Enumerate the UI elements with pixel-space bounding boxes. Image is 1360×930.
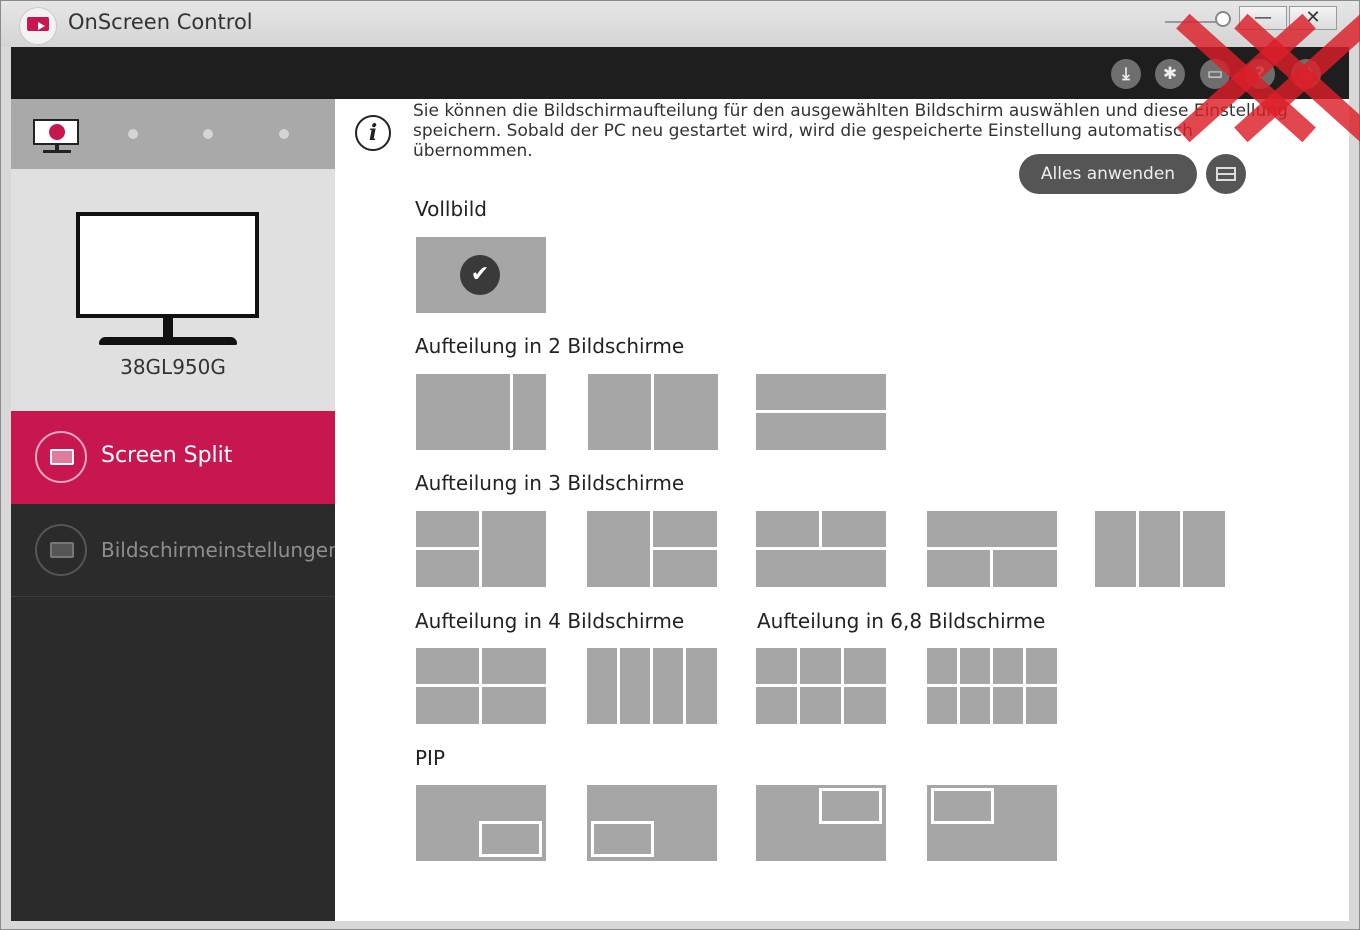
layout-split2-wide-narrow[interactable]	[416, 374, 546, 450]
section-title-split3: Aufteilung in 3 Bildschirme	[415, 471, 685, 495]
checkmark-icon: ✔	[460, 255, 500, 295]
monitor-selector	[11, 99, 335, 169]
layout-pip-bottom-left[interactable]	[587, 785, 717, 861]
section-title-pip: PIP	[415, 746, 446, 770]
layout-split3-left-stacked[interactable]	[416, 511, 546, 587]
monitor-model-label: 38GL950G	[120, 355, 226, 379]
layout-pip-top-right[interactable]	[756, 785, 886, 861]
monitor-thumbnail-icon[interactable]	[33, 119, 79, 145]
toolbar: ⤓ ✱ ▭ ? ⚙	[11, 47, 1349, 99]
section-title-fullscreen: Vollbild	[415, 197, 487, 221]
menu-item-label: Screen Split	[101, 443, 233, 468]
monitor-slot-dot[interactable]	[279, 129, 289, 139]
apply-all-button[interactable]: Alles anwenden	[1019, 154, 1197, 194]
layout-split8-grid[interactable]	[927, 648, 1057, 724]
app-logo-icon	[19, 7, 57, 45]
layout-fullscreen[interactable]: ✔	[416, 237, 546, 313]
title-bar[interactable]: OnScreen Control — ✕	[1, 1, 1359, 47]
layout-pip-top-left[interactable]	[927, 785, 1057, 861]
window-bottom-border	[11, 921, 1349, 929]
download-icon[interactable]: ⤓	[1111, 59, 1141, 89]
layout-toggle-button[interactable]	[1206, 154, 1246, 194]
screen-split-icon	[35, 431, 87, 483]
layout-icon	[1216, 167, 1236, 181]
layout-split3-columns[interactable]	[1095, 511, 1225, 587]
menu-item-screen-split[interactable]: Screen Split	[11, 411, 335, 504]
close-button[interactable]: ✕	[1289, 6, 1337, 30]
sidebar: 38GL950G Screen Split Bildschirmeinstell…	[11, 99, 341, 921]
layout-pip-bottom-right[interactable]	[416, 785, 546, 861]
menu-item-screen-settings[interactable]: Bildschirmeinstellungen	[11, 504, 341, 597]
monitor-icon	[76, 212, 259, 318]
section-title-split2: Aufteilung in 2 Bildschirme	[415, 334, 685, 358]
settings-monitor-icon	[35, 524, 87, 576]
info-text: Sie können die Bildschirmaufteilung für …	[413, 101, 1288, 161]
gear-icon[interactable]: ⚙	[1291, 59, 1321, 89]
help-icon[interactable]: ?	[1245, 59, 1275, 89]
layout-split3-right-stacked[interactable]	[587, 511, 717, 587]
layout-split4-grid[interactable]	[416, 648, 546, 724]
section-title-split4: Aufteilung in 4 Bildschirme	[415, 609, 685, 633]
monitor-slot-dot[interactable]	[128, 129, 138, 139]
monitor-icon[interactable]: ▭	[1200, 59, 1230, 89]
window-title: OnScreen Control	[68, 10, 253, 34]
main-content: i Sie können die Bildschirmaufteilung fü…	[335, 99, 1349, 921]
menu-item-label: Bildschirmeinstellungen	[101, 538, 341, 562]
layout-split3-top-split[interactable]	[756, 511, 886, 587]
monitor-preview: 38GL950G	[11, 169, 335, 411]
cursor-icon[interactable]: ✱	[1155, 59, 1185, 89]
layout-split2-vertical[interactable]	[588, 374, 718, 450]
layout-split2-horizontal[interactable]	[756, 374, 886, 450]
info-icon: i	[355, 115, 391, 151]
monitor-slot-dot[interactable]	[203, 129, 213, 139]
layout-split3-bottom-split[interactable]	[927, 511, 1057, 587]
section-title-split68: Aufteilung in 6,8 Bildschirme	[757, 609, 1046, 633]
layout-split6-grid[interactable]	[756, 648, 886, 724]
layout-split4-columns[interactable]	[587, 648, 717, 724]
app-window: OnScreen Control — ✕ ⤓ ✱ ▭ ? ⚙ 38GL950G …	[0, 0, 1360, 930]
minimize-button[interactable]: —	[1239, 6, 1287, 30]
slider-knob[interactable]	[1215, 11, 1231, 27]
